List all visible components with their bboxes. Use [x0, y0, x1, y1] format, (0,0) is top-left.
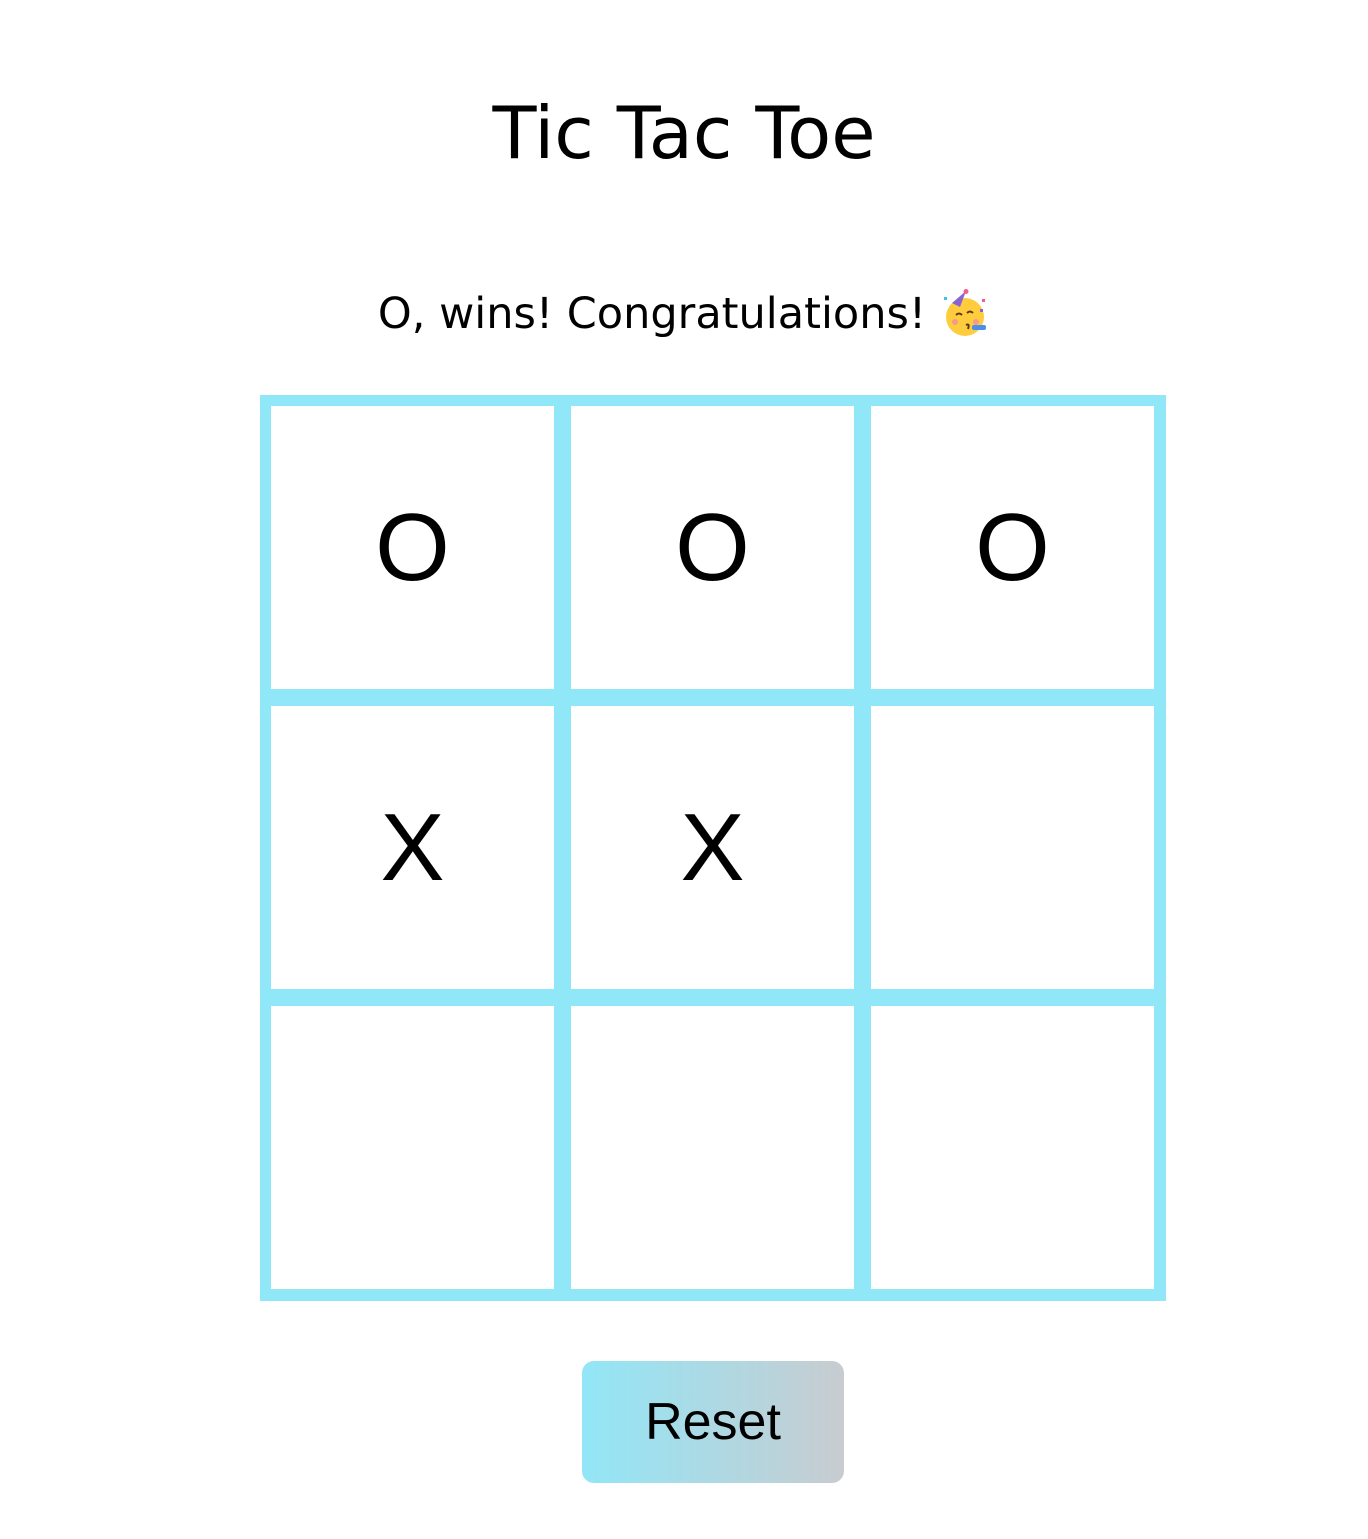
- board-cell-5[interactable]: X: [571, 706, 854, 989]
- board-cell-1[interactable]: O: [271, 406, 554, 689]
- board-cell-2[interactable]: O: [571, 406, 854, 689]
- board-cell-7[interactable]: [271, 1006, 554, 1289]
- board-cell-9[interactable]: [871, 1006, 1154, 1289]
- game-board: O O O X X: [260, 395, 1166, 1301]
- page-title: Tic Tac Toe: [492, 91, 876, 175]
- status-message: O, wins! Congratulations!: [377, 289, 927, 339]
- board-cell-3[interactable]: O: [871, 406, 1154, 689]
- board-cell-4[interactable]: X: [271, 706, 554, 989]
- board-cell-6[interactable]: [871, 706, 1154, 989]
- reset-button[interactable]: Reset: [582, 1361, 844, 1483]
- partying-face-icon: [940, 289, 990, 339]
- game-status: O, wins! Congratulations!: [0, 282, 1368, 346]
- board-cell-8[interactable]: [571, 1006, 854, 1289]
